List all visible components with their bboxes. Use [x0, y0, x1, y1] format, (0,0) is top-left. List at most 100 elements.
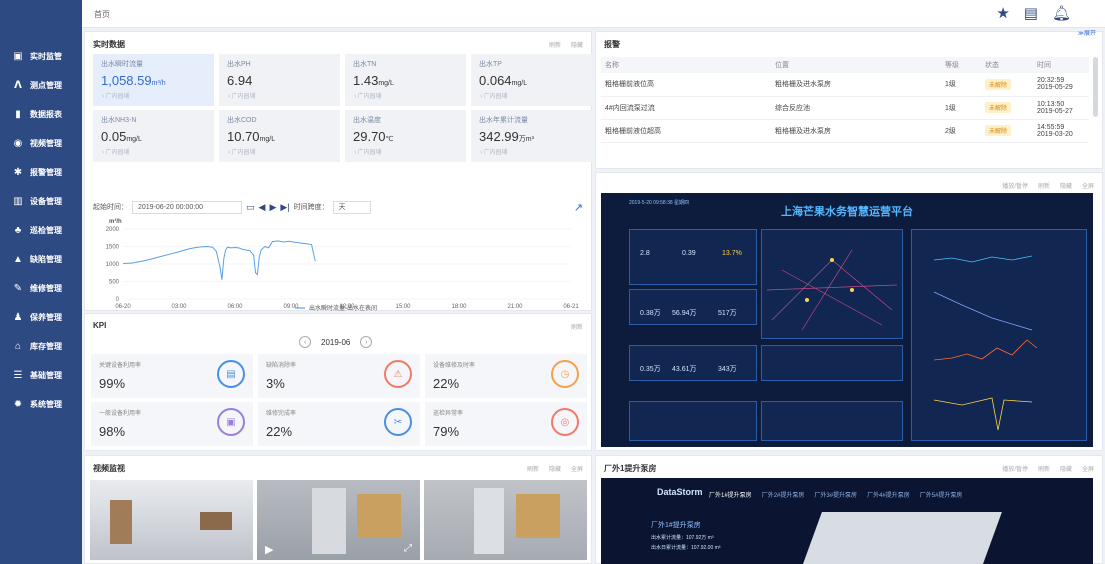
sidebar-item-11[interactable]: ☰ 基础管理 — [0, 361, 82, 390]
alarm-date: 2019-05-29 — [1037, 84, 1073, 92]
sidebar-item-2[interactable]: ▮ 数据报表 — [0, 100, 82, 129]
x-tick-label: 09:00 — [283, 304, 299, 310]
hide-button[interactable]: 隐藏 — [571, 40, 583, 49]
status-badge: 未解除 — [985, 78, 1012, 90]
metric-value: 0.064 — [479, 73, 512, 88]
metric-unit: mg/L — [378, 80, 394, 87]
metric-card[interactable]: 出水瞬时流量 1,058.59m³/h ♀广内园埔 — [93, 54, 214, 106]
metric-location: ♀广内园埔 — [353, 150, 382, 156]
table-row[interactable]: 4#内回流泵过流 综合反应池 1级 未解除 10:13:50 2019-05-27 — [601, 96, 1089, 120]
y-axis-label: m³/h — [109, 218, 122, 225]
start-time-input[interactable]: 2019-06-20 00:00:00 — [132, 200, 242, 214]
alarm-time: 10:13:50 — [1037, 100, 1065, 108]
video-fullscreen-button[interactable]: 全屏 — [571, 464, 583, 473]
metric-label: 出水PH — [227, 61, 251, 68]
sidebar-item-5[interactable]: ▥ 设备管理 — [0, 187, 82, 216]
station-hide-button[interactable]: 隐藏 — [1060, 464, 1072, 473]
station-building — [800, 512, 1002, 564]
station-tab[interactable]: 厂外5#提升泵房 — [920, 490, 963, 499]
span-label: 时间跨度： — [293, 204, 329, 211]
alarm-scrollbar[interactable] — [1093, 57, 1098, 117]
kpi-refresh-button[interactable]: 刷新 — [571, 322, 583, 331]
sidebar-item-3[interactable]: ◉ 视频管理 — [0, 129, 82, 158]
metric-label: 出水年累计流量 — [479, 117, 528, 124]
kpi-card: 一般设备利用率 98% ▣ — [91, 402, 253, 446]
sidebar-item-12[interactable]: ✹ 系统管理 — [0, 390, 82, 419]
next-day-icon[interactable]: ▶ — [269, 202, 276, 213]
kpi-card: 缺陷消除率 3% ⚠ — [258, 354, 420, 398]
dash-fullscreen-button[interactable]: 全屏 — [1082, 181, 1094, 190]
metric-card[interactable]: 出水温度 29.70℃ ♀广内园埔 — [345, 110, 466, 162]
chart-type-icon[interactable]: ↗ — [574, 201, 583, 214]
station-play-button[interactable]: 播放/暂停 — [1002, 464, 1028, 473]
metric-card[interactable]: 出水COD 10.70mg/L ♀广内园埔 — [219, 110, 340, 162]
span-select[interactable]: 天 — [332, 200, 371, 214]
video-refresh-button[interactable]: 刷新 — [527, 464, 539, 473]
station-fullscreen-button[interactable]: 全屏 — [1082, 464, 1094, 473]
calendar-icon[interactable]: ▭ — [246, 202, 255, 213]
metric-value: 29.70 — [353, 129, 386, 144]
metric-label: 出水TN — [353, 61, 377, 68]
station-tab[interactable]: 厂外4#提升泵房 — [867, 490, 910, 499]
sidebar-item-label: 库存管理 — [30, 342, 62, 351]
video-hide-button[interactable]: 隐藏 — [549, 464, 561, 473]
station-line-2: 出水日累计流量：107.92.00 m³ — [651, 545, 721, 551]
realtime-panel: 实时数据 刷新 隐藏 出水瞬时流量 1,058.59m³/h ♀广内园埔 出水PH 6.… — [84, 31, 592, 311]
station-tab[interactable]: 厂外2#提升泵房 — [762, 490, 805, 499]
metric-card[interactable]: 出水年累计流量 342.99万m³ ♀广内园埔 — [471, 110, 592, 162]
video-panel: 视频监视 刷新 隐藏 全屏 ▶ ⤢ — [84, 455, 592, 564]
metric-value: 342.99 — [479, 129, 519, 144]
sidebar-item-1[interactable]: ᐱ 测点管理 — [0, 71, 82, 100]
alarm-time: 20:32:59 — [1037, 77, 1065, 85]
sidebar-item-8[interactable]: ✎ 维修管理 — [0, 274, 82, 303]
metric-location: ♀广内园埔 — [101, 150, 130, 156]
sidebar-item-7[interactable]: ▲ 缺陷管理 — [0, 245, 82, 274]
video-feed-3[interactable] — [424, 480, 587, 560]
video-feed-1[interactable] — [90, 480, 253, 560]
sidebar-item-4[interactable]: ✱ 报警管理 — [0, 158, 82, 187]
sidebar-item-0[interactable]: ▣ 实时监管 — [0, 42, 82, 71]
expand-button[interactable]: ≫展开 — [1078, 28, 1096, 37]
kpi-title: KPI — [93, 321, 107, 330]
sidebar-item-label: 维修管理 — [30, 284, 62, 293]
star-icon[interactable]: ★ — [996, 4, 1009, 22]
sidebar-item-label: 缺陷管理 — [30, 255, 62, 264]
station-tab[interactable]: 厂外1#提升泵房 — [709, 490, 752, 499]
video-feed-2[interactable]: ▶ ⤢ — [257, 480, 420, 560]
sidebar-item-9[interactable]: ♟ 保养管理 — [0, 303, 82, 332]
metric-label: 出水COD — [227, 117, 257, 124]
alarm-date: 2019-05-27 — [1037, 107, 1073, 115]
time-filter: 起始时间： 2019-06-20 00:00:00 ▭ ◀ ▶ ▶| 时间跨度：… — [93, 200, 583, 214]
bell-icon[interactable]: 🔔︎ — [1052, 4, 1071, 22]
station-refresh-button[interactable]: 刷新 — [1038, 464, 1050, 473]
dash-hide-button[interactable]: 隐藏 — [1060, 181, 1072, 190]
x-tick-label: 03:00 — [171, 304, 187, 310]
alarm-location: 粗格栅及进水泵房 — [771, 73, 941, 97]
prev-day-icon[interactable]: ◀ — [259, 202, 266, 213]
alarm-table: 名称 位置 等级 状态 时间 粗格栅前液位高 粗格栅及进水泵房 1级 未解除 20:32:59 2… — [601, 57, 1089, 143]
breadcrumb[interactable]: 首页 — [94, 9, 110, 20]
metric-card[interactable]: 出水PH 6.94 ♀广内园埔 — [219, 54, 340, 106]
metric-card[interactable]: 出水TP 0.064mg/L ♀广内园埔 — [471, 54, 592, 106]
y-tick-label: 2000 — [106, 227, 120, 233]
clipboard-icon[interactable]: ▤ — [1024, 4, 1038, 22]
metric-value: 0.05 — [101, 129, 127, 144]
camera-icon: ◉ — [13, 138, 23, 149]
station-tab[interactable]: 厂外3#提升泵房 — [814, 490, 857, 499]
sidebar-item-label: 设备管理 — [30, 197, 62, 206]
play-pause-button[interactable]: 播放/暂停 — [1002, 181, 1028, 190]
expand-icon[interactable]: ⤢ — [404, 543, 412, 554]
table-row[interactable]: 粗格栅前液位高 粗格栅及进水泵房 1级 未解除 20:32:59 2019-05-29 — [601, 73, 1089, 97]
refresh-button[interactable]: 刷新 — [549, 40, 561, 49]
metric-card[interactable]: 出水NH3-N 0.05mg/L ♀广内园埔 — [93, 110, 214, 162]
table-row[interactable]: 粗格栅前液位超高 粗格栅及进水泵房 2级 未解除 14:55:59 2019-03-20 — [601, 119, 1089, 143]
sidebar-item-6[interactable]: ♣ 巡检管理 — [0, 216, 82, 245]
play-icon[interactable]: ▶ — [265, 543, 273, 556]
prev-month-icon[interactable]: ‹ — [299, 336, 311, 348]
last-day-icon[interactable]: ▶| — [280, 202, 289, 213]
metric-card[interactable]: 出水TN 1.43mg/L ♀广内园埔 — [345, 54, 466, 106]
next-month-icon[interactable]: › — [360, 336, 373, 348]
sidebar-item-label: 视频管理 — [30, 139, 62, 148]
sidebar-item-10[interactable]: ⌂ 库存管理 — [0, 332, 82, 361]
dash-refresh-button[interactable]: 刷新 — [1038, 181, 1050, 190]
